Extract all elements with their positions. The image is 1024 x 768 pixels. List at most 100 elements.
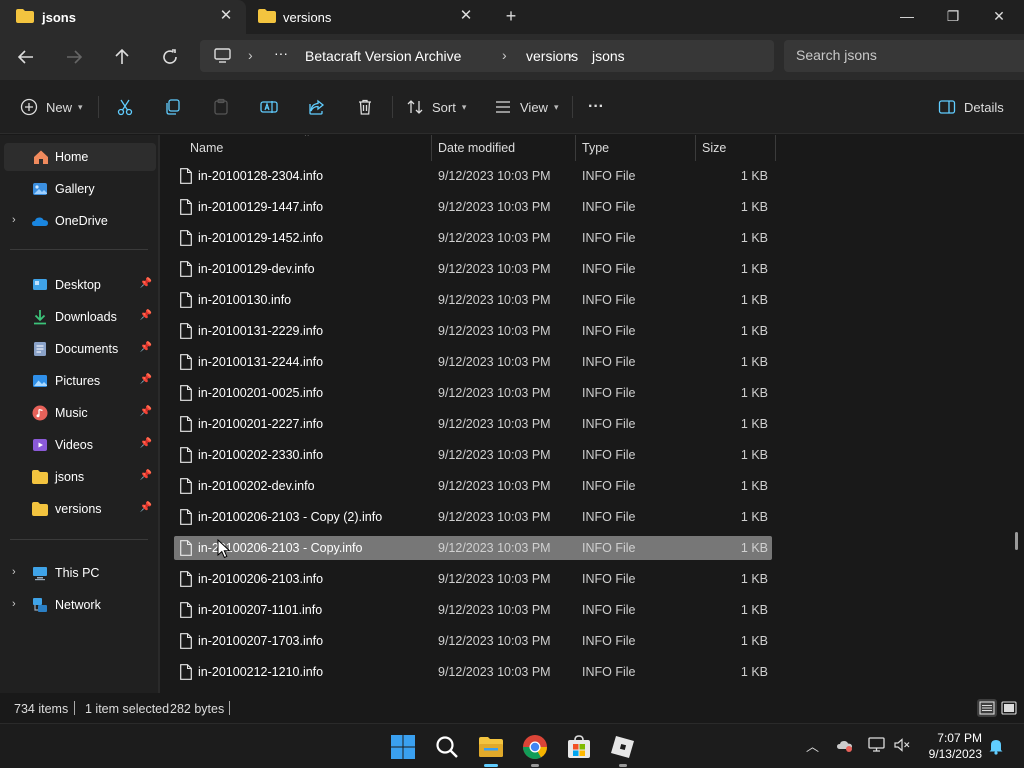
column-header-size[interactable]: Size (702, 141, 726, 155)
table-row[interactable]: in-20100128-2304.info 9/12/2023 10:03 PM I… (174, 164, 772, 188)
details-view-button[interactable] (977, 699, 997, 717)
sidebar-divider (10, 249, 148, 250)
start-button[interactable] (388, 732, 418, 762)
table-row[interactable]: in-20100202-2330.info 9/12/2023 10:03 PM I… (174, 443, 772, 467)
pin-icon[interactable]: 📌 (140, 470, 152, 481)
pin-icon[interactable]: 📌 (140, 438, 152, 449)
table-row[interactable]: in-20100201-2227.info 9/12/2023 10:03 PM I… (174, 412, 772, 436)
table-row[interactable]: in-20100129-dev.info 9/12/2023 10:03 PM IN… (174, 257, 772, 281)
column-header-type[interactable]: Type (582, 141, 609, 155)
search-box[interactable] (784, 40, 1024, 72)
share-button[interactable] (308, 94, 326, 120)
minimize-button[interactable]: — (884, 0, 930, 32)
details-pane-icon (938, 100, 956, 114)
taskbar-roblox[interactable] (608, 732, 638, 767)
up-button[interactable] (110, 45, 134, 69)
column-separator[interactable] (695, 135, 696, 161)
sort-button[interactable]: Sort ▾ (406, 94, 466, 120)
scrollbar-thumb[interactable] (1015, 532, 1018, 550)
table-row[interactable]: in-20100207-1703.info 9/12/2023 10:03 PM I… (174, 629, 772, 653)
column-separator[interactable] (431, 135, 432, 161)
sidebar-item-this-pc[interactable]: › This PC (4, 559, 156, 587)
sidebar-item-home[interactable]: Home (4, 143, 156, 171)
taskbar-chrome[interactable] (520, 732, 550, 767)
details-button[interactable]: Details (938, 94, 1004, 120)
file-size: 1 KB (740, 293, 768, 307)
table-row[interactable]: in-20100206-2103.info 9/12/2023 10:03 PM I… (174, 567, 772, 591)
pin-icon[interactable]: 📌 (140, 374, 152, 385)
tab-jsons[interactable]: jsons ✕ (0, 0, 246, 34)
table-row[interactable]: in-20100202-dev.info 9/12/2023 10:03 PM IN… (174, 474, 772, 498)
pin-icon[interactable]: 📌 (140, 310, 152, 321)
column-separator[interactable] (575, 135, 576, 161)
sidebar-item-network[interactable]: › Network (4, 591, 156, 619)
chevron-right-icon[interactable]: › (12, 566, 16, 578)
onedrive-tray-icon[interactable] (836, 737, 854, 753)
file-type: INFO File (582, 355, 636, 369)
column-separator[interactable] (775, 135, 776, 161)
network-tray-icon[interactable] (868, 737, 886, 753)
breadcrumb-betacraft[interactable]: Betacraft Version Archive (305, 48, 461, 64)
back-button[interactable] (14, 45, 38, 69)
tab-close-icon[interactable]: ✕ (456, 6, 476, 26)
tab-close-icon[interactable]: ✕ (216, 6, 236, 26)
table-row[interactable]: in-20100131-2244.info 9/12/2023 10:03 PM I… (174, 350, 772, 374)
tab-versions[interactable]: versions ✕ (246, 0, 486, 34)
chevron-right-icon[interactable]: › (12, 598, 16, 610)
pin-icon[interactable]: 📌 (140, 342, 152, 353)
more-options-button[interactable]: ··· (588, 94, 604, 120)
sidebar-item-gallery[interactable]: Gallery (4, 175, 156, 203)
sidebar-item-onedrive[interactable]: › OneDrive (4, 207, 156, 235)
column-header-name[interactable]: Name (190, 141, 223, 155)
breadcrumb-more[interactable]: ··· (274, 45, 288, 61)
table-row[interactable]: in-20100129-1447.info 9/12/2023 10:03 PM I… (174, 195, 772, 219)
tiles-view-button[interactable] (999, 699, 1019, 717)
sidebar-item-downloads[interactable]: Downloads 📌 (4, 303, 156, 331)
volume-muted-icon[interactable] (893, 737, 911, 753)
table-row[interactable]: in-20100212-1210.info 9/12/2023 10:03 PM I… (174, 660, 772, 684)
forward-button[interactable] (62, 45, 86, 69)
pin-icon[interactable]: 📌 (140, 406, 152, 417)
rename-button[interactable] (260, 94, 278, 120)
copy-button[interactable] (164, 94, 182, 120)
view-button[interactable]: View ▾ (494, 94, 558, 120)
delete-button[interactable] (356, 94, 374, 120)
documents-icon (34, 342, 46, 356)
close-window-button[interactable]: ✕ (976, 0, 1022, 32)
breadcrumb-jsons[interactable]: jsons (592, 48, 625, 64)
refresh-button[interactable] (158, 45, 182, 69)
sidebar-item-desktop[interactable]: Desktop 📌 (4, 271, 156, 299)
table-row[interactable]: in-20100130.info 9/12/2023 10:03 PM INFO F… (174, 288, 772, 312)
new-tab-button[interactable]: + (500, 5, 522, 27)
table-row[interactable]: in-20100206-2103 - Copy.info 9/12/2023 10… (174, 536, 772, 560)
clock[interactable]: 7:07 PM 9/13/2023 (929, 730, 982, 762)
pin-icon[interactable]: 📌 (140, 502, 152, 513)
maximize-button[interactable]: ❐ (930, 0, 976, 32)
sidebar-item-versions[interactable]: versions 📌 (4, 495, 156, 523)
new-button[interactable]: New ▾ (20, 94, 83, 120)
taskbar-search-button[interactable] (432, 732, 462, 762)
column-header-date[interactable]: Date modified (438, 141, 515, 155)
notification-bell-icon[interactable] (987, 737, 1005, 755)
pin-icon[interactable]: 📌 (140, 278, 152, 289)
sidebar-item-music[interactable]: Music 📌 (4, 399, 156, 427)
taskbar-file-explorer[interactable] (476, 732, 506, 767)
sidebar-item-jsons[interactable]: jsons 📌 (4, 463, 156, 491)
table-row[interactable]: in-20100207-1101.info 9/12/2023 10:03 PM I… (174, 598, 772, 622)
table-row[interactable]: in-20100131-2229.info 9/12/2023 10:03 PM I… (174, 319, 772, 343)
chevron-right-icon[interactable]: › (12, 214, 16, 226)
paste-button[interactable] (212, 94, 230, 120)
address-bar[interactable]: › ··· Betacraft Version Archive › versio… (200, 40, 774, 72)
table-row[interactable]: in-20100201-0025.info 9/12/2023 10:03 PM I… (174, 381, 772, 405)
sidebar-item-pictures[interactable]: Pictures 📌 (4, 367, 156, 395)
sidebar-item-videos[interactable]: Videos 📌 (4, 431, 156, 459)
cut-button[interactable] (116, 94, 134, 120)
file-icon (180, 447, 192, 463)
pc-icon (214, 48, 231, 63)
sidebar-item-documents[interactable]: Documents 📌 (4, 335, 156, 363)
table-row[interactable]: in-20100129-1452.info 9/12/2023 10:03 PM I… (174, 226, 772, 250)
search-input[interactable] (796, 47, 1016, 63)
show-hidden-icons-button[interactable]: ︿ (806, 736, 819, 755)
taskbar-store[interactable] (564, 732, 594, 762)
table-row[interactable]: in-20100206-2103 - Copy (2).info 9/12/202… (174, 505, 772, 529)
